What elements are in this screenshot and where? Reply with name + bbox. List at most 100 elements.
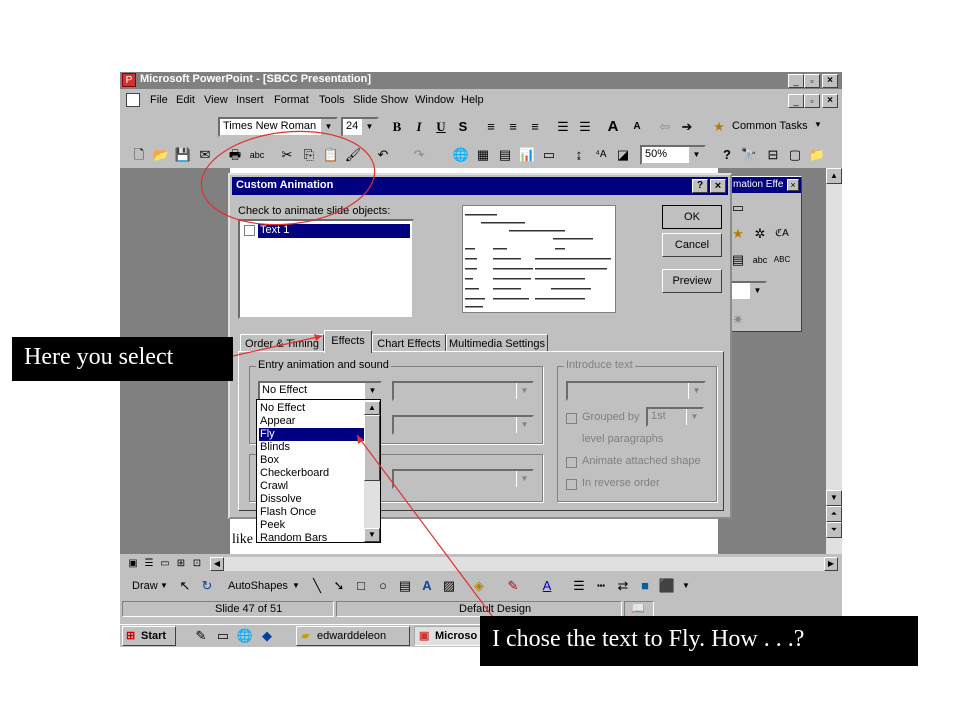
rectangle-icon[interactable]: □	[352, 577, 370, 595]
fill-color-icon[interactable]: ◈	[470, 577, 488, 595]
preview-button[interactable]: Preview	[662, 269, 722, 293]
chevron-down-icon[interactable]: ▼	[688, 147, 704, 163]
menu-view[interactable]: View	[204, 92, 228, 109]
effect-option-random-bars[interactable]: Random Bars	[259, 532, 364, 542]
chevron-down-icon[interactable]: ▼	[682, 581, 690, 590]
scroll-up-icon[interactable]: ▲	[364, 401, 380, 415]
doc-minimize-button[interactable]: _	[788, 94, 804, 108]
chevron-down-icon[interactable]: ▼	[516, 417, 532, 433]
expand-all-icon[interactable]: ↨	[570, 146, 588, 164]
scroll-down-icon[interactable]: ▼	[826, 490, 842, 506]
slideshow-view-icon[interactable]: ⊡	[188, 555, 206, 573]
effect-icon[interactable]: ABC	[773, 251, 791, 269]
chevron-down-icon[interactable]: ▼	[688, 383, 704, 399]
effect-option-peek[interactable]: Peek	[259, 519, 364, 532]
effect-option-checkerboard[interactable]: Checkerboard	[259, 467, 364, 480]
effect-option-fly[interactable]: Fly	[259, 428, 364, 441]
reverse-order-checkbox[interactable]	[566, 479, 577, 490]
insert-chart-icon[interactable]: 📊	[518, 146, 536, 164]
tab-chart-effects[interactable]: Chart Effects	[372, 334, 446, 352]
bullets-icon[interactable]: ☰	[576, 118, 594, 136]
redo-icon[interactable]: ↷	[410, 146, 428, 164]
print-icon[interactable]: 🖶	[226, 146, 244, 164]
menu-file[interactable]: File	[150, 92, 168, 109]
format-painter-icon[interactable]: 🖌	[344, 146, 362, 164]
tasks-icon[interactable]: ⊟	[764, 146, 782, 164]
decrease-font-icon[interactable]: A	[628, 118, 646, 136]
chevron-down-icon[interactable]: ▼	[516, 383, 532, 399]
effect-combo[interactable]: ▼	[727, 281, 767, 301]
quicklaunch-icon[interactable]: ◆	[258, 627, 276, 645]
doc-restore-button[interactable]: ▫	[804, 94, 820, 108]
help-button[interactable]: ?	[692, 179, 708, 193]
quicklaunch-icon[interactable]: ▭	[214, 627, 232, 645]
underline-icon[interactable]: U	[432, 118, 450, 136]
direction-combo[interactable]: ▼	[392, 381, 534, 401]
quicklaunch-icon[interactable]: ✎	[192, 627, 210, 645]
save-icon[interactable]: 💾	[174, 146, 192, 164]
tab-effects[interactable]: Effects	[324, 330, 372, 353]
new-icon[interactable]: 🗋	[130, 146, 148, 164]
scroll-up-icon[interactable]: ▲	[826, 168, 842, 184]
scroll-left-icon[interactable]: ◀	[210, 557, 224, 571]
effect-option-box[interactable]: Box	[259, 454, 364, 467]
doc-close-button[interactable]: ×	[822, 94, 838, 108]
help-icon[interactable]: ?	[718, 146, 736, 164]
chevron-down-icon[interactable]: ▼	[292, 581, 300, 590]
line-style-icon[interactable]: ☰	[570, 577, 588, 595]
wordart-icon[interactable]: A	[418, 577, 436, 595]
effect-dropdown-list[interactable]: No Effect Appear Fly Blinds Box Checkerb…	[256, 399, 381, 543]
oval-icon[interactable]: ○	[374, 577, 392, 595]
chevron-down-icon[interactable]: ▼	[516, 471, 532, 487]
menu-edit[interactable]: Edit	[176, 92, 195, 109]
effect-combo[interactable]: No Effect ▼	[258, 381, 382, 401]
numbering-icon[interactable]: ☰	[554, 118, 572, 136]
menu-insert[interactable]: Insert	[236, 92, 264, 109]
align-right-icon[interactable]: ≡	[526, 118, 544, 136]
arrow-style-icon[interactable]: ⇄	[614, 577, 632, 595]
free-rotate-icon[interactable]: ↻	[198, 577, 216, 595]
tables-borders-icon[interactable]: ▦	[474, 146, 492, 164]
paste-icon[interactable]: 📋	[322, 146, 340, 164]
undo-icon[interactable]: ↶	[374, 146, 392, 164]
cut-icon[interactable]: ✂	[278, 146, 296, 164]
minimize-button[interactable]: _	[788, 74, 804, 88]
start-button[interactable]: ⊞ Start	[122, 626, 176, 646]
show-formatting-icon[interactable]: ⁴A	[592, 146, 610, 164]
chevron-down-icon[interactable]: ▼	[320, 119, 336, 135]
tab-multimedia-settings[interactable]: Multimedia Settings	[446, 334, 548, 352]
font-name-combo[interactable]: Times New Roman ▼	[218, 117, 338, 137]
menu-window[interactable]: Window	[415, 92, 454, 109]
zoom-combo[interactable]: 50% ▼	[640, 145, 706, 165]
chevron-down-icon[interactable]: ▼	[361, 119, 377, 135]
previous-slide-icon[interactable]: ⏶	[826, 506, 842, 522]
arrow-icon[interactable]: ➘	[330, 577, 348, 595]
grouped-by-checkbox[interactable]	[566, 413, 577, 424]
horizontal-scrollbar[interactable]: ◀ ▶	[210, 557, 838, 571]
shadow-icon[interactable]: S	[454, 118, 472, 136]
vertical-scrollbar[interactable]: ▲ ▼ ⏶ ⏷	[826, 168, 842, 554]
scroll-right-icon[interactable]: ▶	[824, 557, 838, 571]
grouped-level-combo[interactable]: 1st ▼	[646, 407, 704, 427]
effect-icon[interactable]: ✲	[751, 225, 769, 243]
grayscale-icon[interactable]: ◪	[614, 146, 632, 164]
find-icon[interactable]: 🔭	[740, 146, 758, 164]
close-icon[interactable]: ×	[787, 179, 799, 191]
clipart-icon[interactable]: ▨	[440, 577, 458, 595]
next-slide-icon[interactable]: ⏷	[826, 522, 842, 538]
insert-table-icon[interactable]: ▤	[496, 146, 514, 164]
folder-icon[interactable]: 📁	[808, 146, 826, 164]
font-color-icon[interactable]: A	[538, 577, 556, 595]
comments-icon[interactable]: ▢	[786, 146, 804, 164]
animate-attached-checkbox[interactable]	[566, 457, 577, 468]
chevron-down-icon[interactable]: ▼	[814, 120, 822, 129]
textbox-icon[interactable]: ▤	[396, 577, 414, 595]
shadow-style-icon[interactable]: ■	[636, 577, 654, 595]
chevron-down-icon[interactable]: ▼	[160, 581, 168, 590]
tab-order-timing[interactable]: Order & Timing	[240, 334, 324, 352]
text1-item[interactable]: Text 1	[258, 224, 410, 238]
document-icon[interactable]	[126, 93, 140, 107]
promote-icon[interactable]: ⇦	[656, 118, 674, 136]
dropdown-scrollbar[interactable]: ▲ ▼	[364, 401, 380, 542]
align-left-icon[interactable]: ≡	[482, 118, 500, 136]
